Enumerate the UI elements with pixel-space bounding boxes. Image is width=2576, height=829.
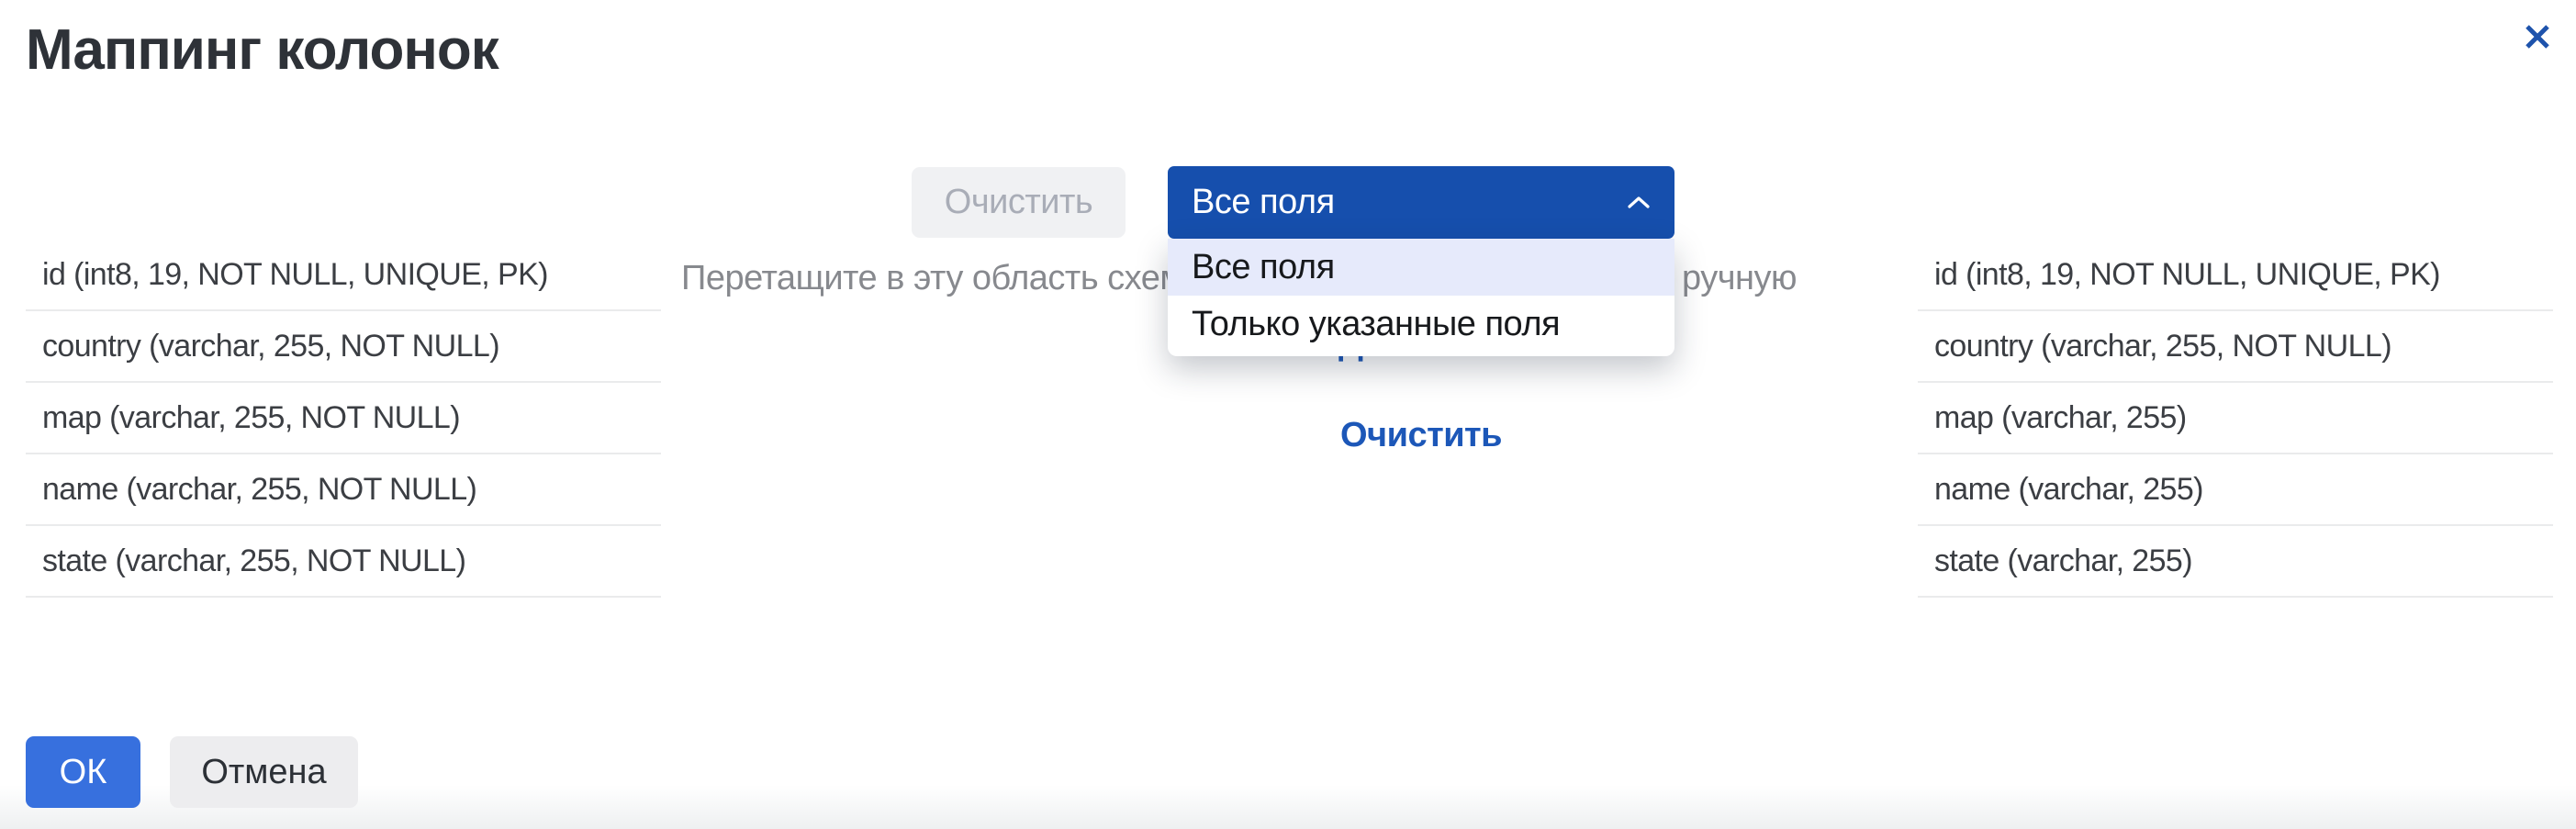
target-column-item[interactable]: state (varchar, 255) (1918, 526, 2553, 598)
fields-mode-selected-value: Все поля (1192, 183, 1335, 222)
dropdown-option-all-fields[interactable]: Все поля (1168, 239, 1674, 296)
column-mapping-dialog: Маппинг колонок Очистить Все поля Все по… (0, 0, 2576, 829)
ok-button[interactable]: ОК (26, 736, 140, 808)
dropdown-option-specified-fields[interactable]: Только указанные поля (1168, 296, 1674, 353)
source-column-item[interactable]: name (varchar, 255, NOT NULL) (26, 454, 661, 526)
chevron-up-icon (1627, 196, 1651, 210)
fields-mode-dropdown: Все поля Все поля Только указанные поля (1168, 166, 1674, 239)
target-columns-list: id (int8, 19, NOT NULL, UNIQUE, PK)count… (1918, 240, 2553, 598)
target-column-item[interactable]: id (int8, 19, NOT NULL, UNIQUE, PK) (1918, 240, 2553, 311)
target-column-item[interactable]: map (varchar, 255) (1918, 383, 2553, 454)
cancel-button[interactable]: Отмена (170, 736, 358, 808)
drop-area-hint-left: Перетащите в эту область схему (681, 259, 1201, 298)
drop-area-hint-right: ручную (1682, 259, 1797, 298)
source-columns-list: id (int8, 19, NOT NULL, UNIQUE, PK)count… (26, 240, 661, 598)
target-column-item[interactable]: name (varchar, 255) (1918, 454, 2553, 526)
target-column-item[interactable]: country (varchar, 255, NOT NULL) (1918, 311, 2553, 383)
fields-mode-dropdown-toggle[interactable]: Все поля (1168, 166, 1674, 239)
close-icon (2522, 21, 2553, 52)
page-title: Маппинг колонок (26, 17, 498, 84)
clear-mapping-link[interactable]: Очистить (1168, 415, 1674, 455)
source-column-item[interactable]: state (varchar, 255, NOT NULL) (26, 526, 661, 598)
source-column-item[interactable]: country (varchar, 255, NOT NULL) (26, 311, 661, 383)
close-button[interactable] (2515, 15, 2559, 59)
source-column-item[interactable]: map (varchar, 255, NOT NULL) (26, 383, 661, 454)
clear-mapping-button-disabled[interactable]: Очистить (912, 167, 1126, 238)
fields-mode-dropdown-menu: Все поля Только указанные поля (1168, 239, 1674, 356)
dialog-bottom-edge (0, 785, 2576, 829)
source-column-item[interactable]: id (int8, 19, NOT NULL, UNIQUE, PK) (26, 240, 661, 311)
